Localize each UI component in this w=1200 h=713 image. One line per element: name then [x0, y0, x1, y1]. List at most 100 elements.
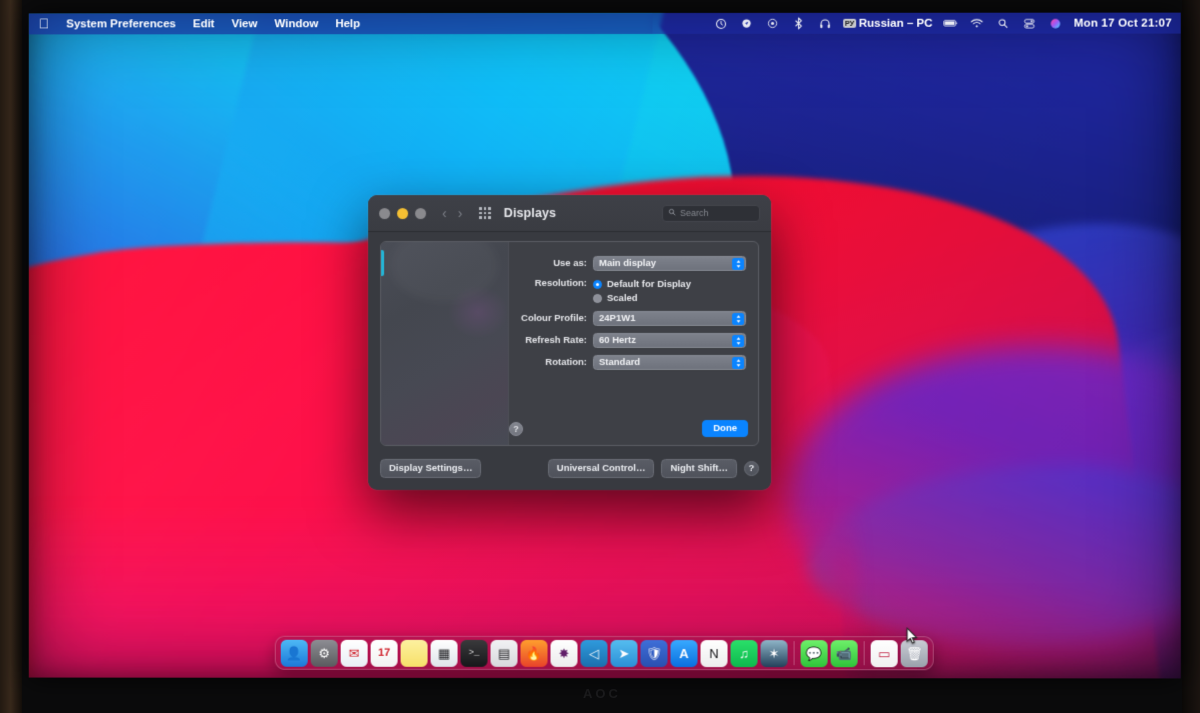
night-shift-button[interactable]: Night Shift…	[661, 458, 738, 478]
monitor-screen:  System Preferences Edit View Window He…	[28, 12, 1181, 679]
minimise-button[interactable]	[397, 207, 409, 219]
radio-button-selected-icon	[593, 280, 603, 290]
notion-icon: N	[709, 645, 719, 661]
dock-item-messages[interactable]: 💬	[800, 639, 828, 667]
siri-icon[interactable]	[1048, 16, 1063, 31]
menu-item-window[interactable]: Window	[274, 18, 318, 30]
steam-icon: ✶	[768, 645, 780, 661]
display-settings-form: Use as: Main display Resolution: Default…	[509, 242, 758, 445]
dock-item-notion[interactable]: N	[700, 639, 728, 667]
bluetooth-icon[interactable]	[791, 16, 806, 31]
search-icon	[668, 208, 676, 218]
headphones-icon[interactable]	[817, 16, 832, 31]
dock-item-firefox[interactable]: 🔥	[520, 639, 548, 667]
radio-button-unselected-icon	[593, 294, 603, 304]
dock-item-steam[interactable]: ✶	[760, 639, 788, 667]
dock-item-terminal[interactable]: >_	[460, 639, 488, 667]
trash-icon: 🗑	[905, 645, 923, 661]
page-title: Displays	[503, 206, 557, 221]
label-colour-profile: Colour Profile:	[521, 313, 588, 325]
dock-item-downloads-stack[interactable]: ▭	[870, 639, 898, 667]
keyboard-layout-indicator[interactable]: РУ Russian – PC	[843, 17, 932, 29]
downloads-stack-icon: ▭	[878, 645, 891, 661]
dock-item-mail[interactable]: ✉	[340, 639, 368, 667]
row-resolution: Resolution: Default for Display Scaled	[509, 278, 746, 304]
separator-1	[793, 641, 795, 666]
menu-bar-clock[interactable]: Mon 17 Oct 21:07	[1074, 17, 1172, 29]
refresh-rate-popup-button[interactable]: 60 Hertz	[593, 332, 747, 349]
preview-tint	[448, 286, 509, 339]
slack-icon: ✸	[558, 645, 570, 661]
messages-icon: 💬	[805, 645, 823, 661]
wifi-icon[interactable]	[970, 16, 985, 31]
window-title-bar[interactable]: ‹ › Displays Search	[368, 194, 772, 233]
time-machine-icon[interactable]	[713, 16, 728, 31]
mouse-cursor	[906, 626, 918, 644]
navigation-buttons: ‹ ›	[442, 205, 463, 221]
dock-item-vs-code[interactable]: ◁	[580, 639, 608, 667]
menu-item-view[interactable]: View	[232, 18, 258, 30]
done-button[interactable]: Done	[702, 420, 749, 438]
colour-profile-popup-button[interactable]: 24P1W1	[593, 310, 747, 327]
vs-code-icon: ◁	[589, 645, 600, 661]
row-refresh-rate: Refresh Rate: 60 Hertz	[509, 332, 747, 349]
keyboard-layout-label: Russian – PC	[858, 17, 933, 30]
footer-help-button[interactable]: ?	[744, 460, 760, 476]
refresh-rate-value: 60 Hertz	[599, 334, 636, 347]
apple-menu-icon[interactable]: 	[39, 15, 49, 31]
use-as-popup-button[interactable]: Main display	[593, 255, 747, 272]
forward-chevron-icon[interactable]: ›	[458, 205, 463, 221]
search-placeholder: Search	[680, 207, 709, 218]
menu-bar-status-area: РУ Russian – PC Mon 17 Oct 21:07	[713, 16, 1172, 31]
label-resolution: Resolution:	[534, 278, 588, 290]
display-settings-button[interactable]: Display Settings…	[380, 458, 482, 478]
calendar-icon: 17	[377, 646, 391, 659]
show-all-grid-icon[interactable]	[479, 207, 491, 219]
chevron-updown-icon	[732, 257, 745, 270]
separator-2	[863, 641, 865, 666]
close-button[interactable]	[379, 207, 391, 219]
radio-default-for-display[interactable]: Default for Display	[593, 279, 691, 290]
dock-item-finder[interactable]: 👤	[280, 639, 308, 667]
monitor-brand-logo: AOC	[583, 686, 621, 701]
radio-label-default: Default for Display	[606, 278, 691, 290]
facetime-icon: 📹	[836, 645, 853, 661]
dock-item-bitwarden[interactable]: 🛡	[640, 639, 668, 667]
label-refresh-rate: Refresh Rate:	[525, 335, 588, 346]
chevron-updown-icon	[732, 334, 745, 347]
location-services-icon[interactable]	[739, 16, 754, 31]
menu-item-edit[interactable]: Edit	[193, 18, 215, 30]
dock-item-notes[interactable]	[400, 639, 428, 667]
app-store-icon: A	[679, 645, 689, 661]
zoom-button[interactable]	[415, 207, 427, 219]
sheet-help-button[interactable]: ?	[509, 421, 524, 436]
dock-item-facetime[interactable]: 📹	[830, 639, 858, 667]
spotlight-search-icon[interactable]	[996, 16, 1011, 31]
dock-item-calendar[interactable]: 17	[370, 639, 398, 667]
dock-item-mission-control[interactable]: ▦	[430, 639, 458, 667]
dock-item-spotify[interactable]: ♫	[730, 639, 758, 667]
displays-preferences-window: ‹ › Displays Search Use as: Main display…	[368, 194, 772, 491]
window-footer: Display Settings… Universal Control… Nig…	[368, 446, 771, 490]
battery-icon[interactable]	[943, 16, 958, 31]
menu-item-system-preferences[interactable]: System Preferences	[66, 18, 176, 30]
dock-item-calculator[interactable]: ▤	[490, 639, 518, 667]
row-rotation: Rotation: Standard	[509, 354, 747, 371]
dock-item-system-preferences[interactable]: ⚙	[310, 639, 338, 667]
dock-item-slack[interactable]: ✸	[550, 639, 578, 667]
row-use-as: Use as: Main display	[509, 255, 747, 272]
dock-item-app-store[interactable]: A	[670, 639, 698, 667]
back-chevron-icon[interactable]: ‹	[442, 205, 447, 221]
radio-scaled[interactable]: Scaled	[593, 293, 691, 304]
rotation-value: Standard	[599, 356, 641, 369]
terminal-icon: >_	[468, 647, 480, 658]
menu-item-help[interactable]: Help	[335, 18, 360, 30]
rotation-popup-button[interactable]: Standard	[593, 354, 747, 371]
spotify-icon: ♫	[739, 645, 749, 661]
search-input[interactable]: Search	[662, 204, 761, 222]
label-use-as: Use as:	[553, 258, 588, 270]
control-centre-icon[interactable]	[1022, 16, 1037, 31]
screen-recording-icon[interactable]	[765, 16, 780, 31]
dock-item-telegram[interactable]: ➤	[610, 639, 638, 667]
universal-control-button[interactable]: Universal Control…	[547, 458, 655, 478]
